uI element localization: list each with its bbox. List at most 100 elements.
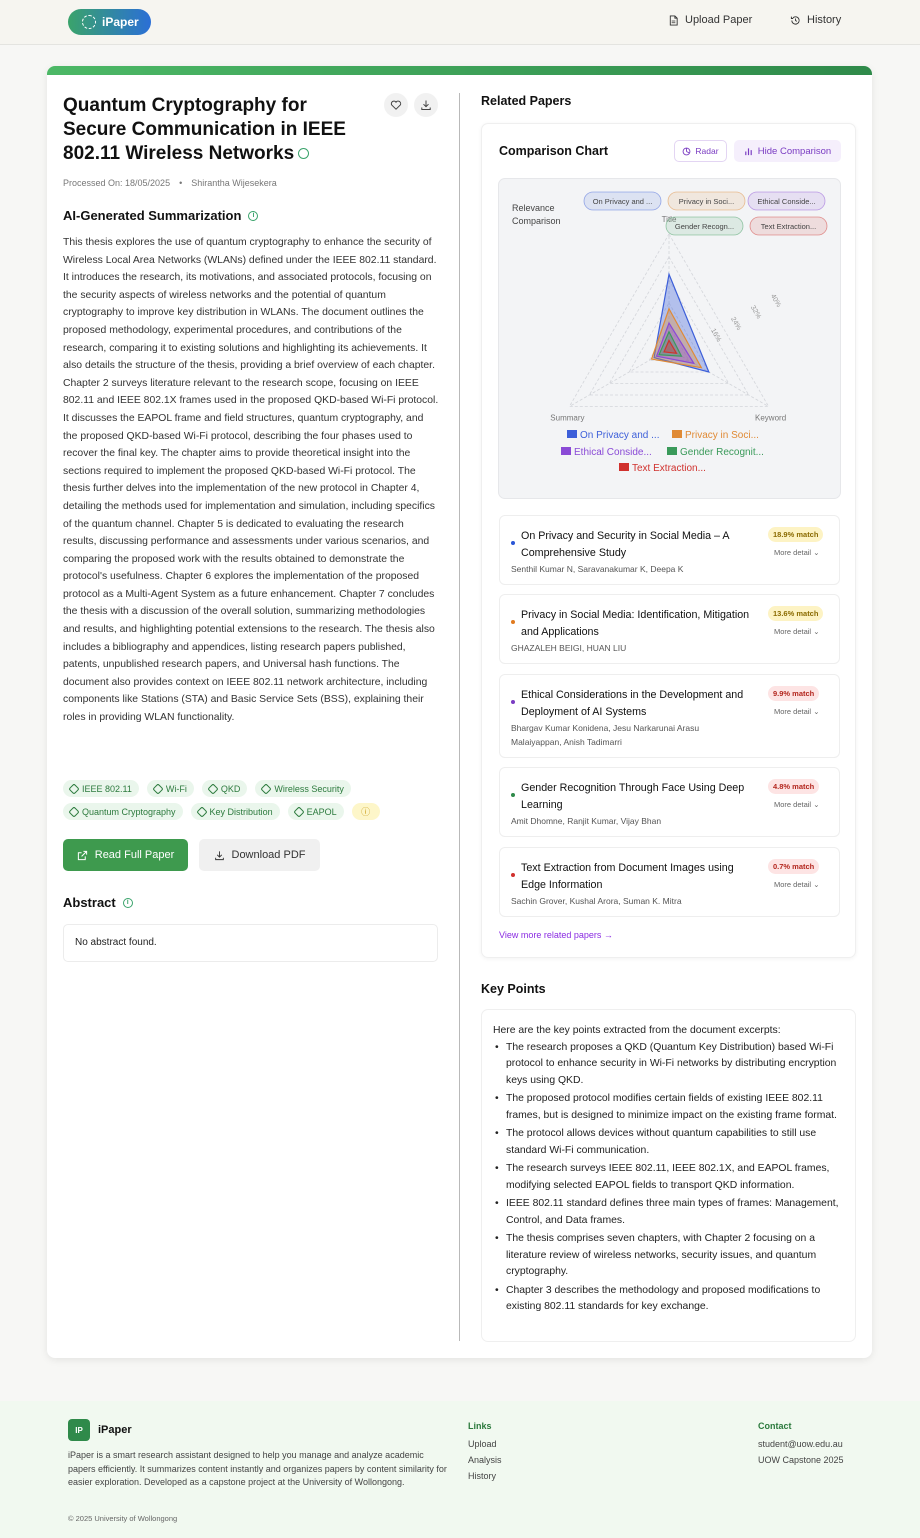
more-detail-toggle[interactable]: More detail ⌄: [774, 707, 819, 716]
key-point-item: Chapter 3 describes the methodology and …: [493, 1283, 844, 1316]
legend-label: Ethical Conside...: [574, 447, 652, 458]
keyword-tag[interactable]: EAPOL: [287, 803, 344, 820]
related-paper-card[interactable]: Text Extraction from Document Images usi…: [499, 847, 840, 917]
footer-contact-project: UOW Capstone 2025: [758, 1455, 844, 1465]
key-point-item: The research proposes a QKD (Quantum Key…: [493, 1040, 844, 1090]
history-icon: [790, 15, 800, 25]
related-paper-authors: Senthil Kumar N, Saravanakumar K, Deepa …: [511, 564, 684, 574]
processed-date: Processed On: 18/05/2025: [63, 178, 171, 188]
related-paper-authors: Bhargav Kumar Konidena, Jesu Narkarunai …: [511, 723, 700, 747]
keyword-tag[interactable]: QKD: [201, 780, 248, 797]
legend-label: Text Extraction...: [632, 463, 706, 474]
tag-icon: [152, 782, 164, 795]
history-link[interactable]: History: [790, 14, 841, 26]
paper-meta: Processed On: 18/05/2025 • Shirantha Wij…: [63, 178, 277, 188]
related-paper-title[interactable]: On Privacy and Security in Social Media …: [521, 528, 761, 561]
footer-contact-heading: Contact: [758, 1421, 792, 1431]
series-color-dot: [511, 873, 515, 877]
series-color-dot: [511, 620, 515, 624]
keyword-tag[interactable]: Key Distribution: [190, 803, 280, 820]
download-pdf-button[interactable]: Download PDF: [199, 839, 320, 871]
brand-logo[interactable]: iPaper: [68, 9, 151, 35]
more-tags-info-icon[interactable]: ⓘ: [351, 803, 380, 820]
legend-label: Privacy in Soci...: [685, 430, 759, 441]
key-point-item: IEEE 802.11 standard defines three main …: [493, 1196, 844, 1229]
legend-chip-label: Gender Recogn...: [675, 222, 734, 231]
tag-label: Wireless Security: [274, 783, 344, 794]
legend-chip-label: On Privacy and ...: [593, 197, 653, 206]
radar-chart: 16%24%32%40%TitleKeywordSummaryRelevance…: [512, 191, 828, 474]
footer-contact-email[interactable]: student@uow.edu.au: [758, 1439, 843, 1449]
related-paper-authors: Sachin Grover, Kushal Arora, Suman K. Mi…: [511, 896, 682, 906]
radar-axis-label: Keyword: [755, 414, 786, 423]
chart-title: Comparison: [512, 216, 561, 226]
hide-comparison-label: Hide Comparison: [757, 145, 832, 157]
more-detail-toggle[interactable]: More detail ⌄: [774, 880, 819, 889]
favorite-button[interactable]: [384, 93, 408, 117]
related-paper-title[interactable]: Privacy in Social Media: Identification,…: [521, 607, 761, 640]
footer-link-history[interactable]: History: [468, 1471, 496, 1481]
abstract-heading-text: Abstract: [63, 895, 116, 910]
related-paper-title[interactable]: Ethical Considerations in the Developmen…: [521, 687, 761, 720]
keyword-tag[interactable]: IEEE 802.11: [63, 780, 139, 797]
key-points-panel: Here are the key points extracted from t…: [481, 1009, 856, 1342]
related-paper-title[interactable]: Text Extraction from Document Images usi…: [521, 860, 761, 893]
tag-icon: [68, 805, 80, 818]
view-more-link[interactable]: View more related papers →: [499, 930, 613, 940]
read-full-paper-button[interactable]: Read Full Paper: [63, 839, 188, 871]
match-badge: 0.7% match: [768, 859, 820, 874]
document-icon: [669, 14, 678, 26]
radar-toggle-button[interactable]: Radar: [674, 140, 727, 162]
history-label: History: [807, 14, 842, 26]
match-badge: 9.9% match: [768, 686, 820, 701]
more-detail-label: More detail: [774, 880, 812, 889]
footer-link-upload[interactable]: Upload: [468, 1439, 497, 1449]
radar-tick-label: 24%: [729, 316, 742, 332]
download-icon: [421, 100, 431, 110]
related-paper-card[interactable]: Ethical Considerations in the Developmen…: [499, 674, 840, 758]
more-detail-label: More detail: [774, 800, 812, 809]
tag-label: Key Distribution: [209, 806, 273, 817]
related-paper-card[interactable]: On Privacy and Security in Social Media …: [499, 515, 840, 585]
comparison-chart-area: 16% 24% 32% 40% Title Keyword Summary Relevance…: [498, 178, 841, 499]
footer: IP iPaper iPaper is a smart research ass…: [0, 1401, 920, 1538]
column-divider: [459, 93, 460, 1341]
more-detail-toggle[interactable]: More detail ⌄: [774, 800, 819, 809]
footer-link-analysis[interactable]: Analysis: [468, 1455, 502, 1465]
comparison-chart-heading: Comparison Chart: [499, 144, 609, 158]
chevron-down-icon: ⌄: [811, 627, 820, 636]
keyword-tag[interactable]: Wireless Security: [255, 780, 351, 797]
related-paper-authors: Amit Dhomne, Ranjit Kumar, Vijay Bhan: [511, 816, 662, 826]
summary-heading-text: AI-Generated Summarization: [63, 208, 242, 223]
key-point-item: The research surveys IEEE 802.11, IEEE 8…: [493, 1161, 844, 1194]
chart-title: Relevance: [512, 203, 555, 213]
key-point-item: The proposed protocol modifies certain f…: [493, 1091, 844, 1124]
footer-copyright: © 2025 University of Wollongong: [68, 1514, 178, 1523]
legend-chip-label: Text Extraction...: [761, 222, 816, 231]
related-paper-card[interactable]: Gender Recognition Through Face Using De…: [499, 767, 840, 837]
legend-swatch: [672, 430, 682, 438]
tag-label: Quantum Cryptography: [82, 806, 176, 817]
tag-label: Wi-Fi: [165, 783, 187, 794]
more-detail-toggle[interactable]: More detail ⌄: [774, 548, 819, 557]
download-icon: [214, 850, 224, 860]
match-badge: 13.6% match: [768, 606, 824, 621]
paper-detail-card: Quantum Cryptography for Secure Communic…: [47, 66, 872, 1358]
info-icon[interactable]: i: [122, 897, 133, 908]
more-detail-toggle[interactable]: More detail ⌄: [774, 627, 819, 636]
download-icon-button[interactable]: [414, 93, 438, 117]
tag-label: EAPOL: [306, 806, 337, 817]
hide-comparison-button[interactable]: Hide Comparison: [734, 140, 841, 162]
keyword-tag[interactable]: Quantum Cryptography: [63, 803, 183, 820]
tag-icon: [292, 805, 305, 818]
abstract-heading: Abstract i: [63, 895, 133, 910]
related-paper-authors: GHAZALEH BEIGI, HUAN LIU: [511, 643, 627, 653]
tag-label: IEEE 802.11: [82, 783, 132, 794]
related-paper-title[interactable]: Gender Recognition Through Face Using De…: [521, 780, 761, 813]
info-icon[interactable]: i: [248, 210, 259, 221]
bar-chart-icon: [745, 147, 752, 155]
upload-paper-link[interactable]: Upload Paper: [668, 14, 752, 26]
radar-tick-label: 16%: [709, 328, 722, 344]
related-paper-card[interactable]: Privacy in Social Media: Identification,…: [499, 594, 840, 664]
keyword-tag[interactable]: Wi-Fi: [146, 780, 194, 797]
